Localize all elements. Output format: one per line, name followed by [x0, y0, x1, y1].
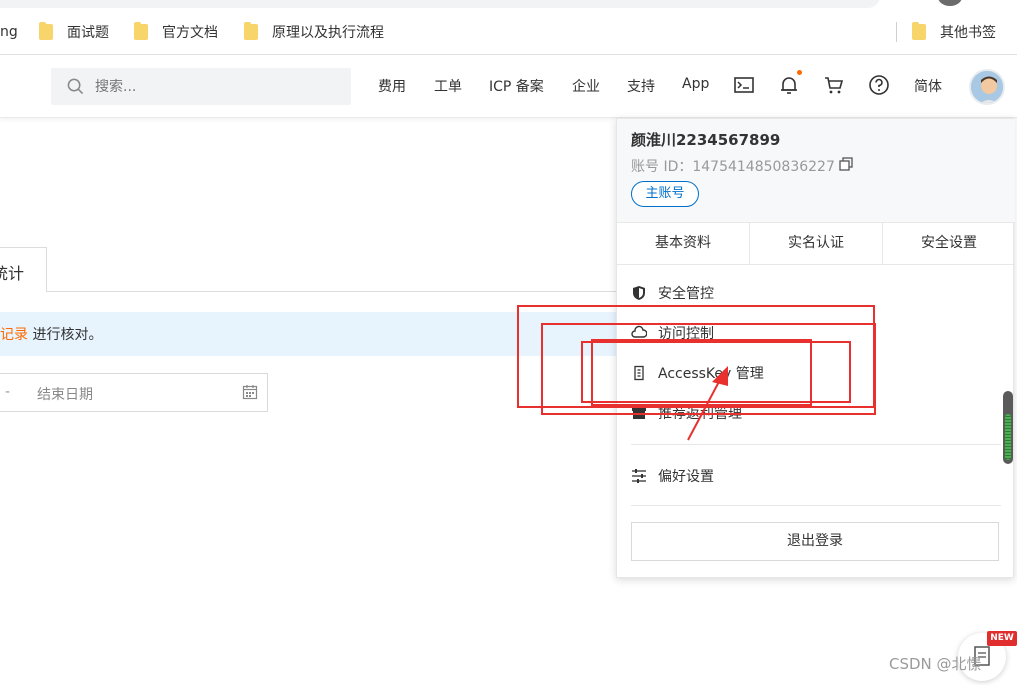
avatar-icon: [971, 71, 1003, 103]
bookmark-partial-label: ng: [0, 24, 18, 40]
scrollbar-thumb[interactable]: [1005, 414, 1011, 460]
menu-label: 偏好设置: [658, 469, 714, 485]
tab-statistics[interactable]: 统计: [0, 247, 47, 292]
search-input[interactable]: [95, 68, 335, 105]
nav-tickets[interactable]: 工单: [434, 76, 462, 96]
folder-icon: [912, 22, 926, 40]
other-bookmarks[interactable]: 其他书签: [912, 22, 996, 42]
folder-icon: [39, 22, 53, 40]
dropdown-tabs: 基本资料 实名认证 安全设置: [617, 222, 1015, 265]
watermark: CSDN @北憬: [889, 655, 982, 673]
nav-icp[interactable]: ICP 备案: [489, 76, 544, 96]
bell-icon[interactable]: [778, 74, 800, 96]
notice-link[interactable]: 记录: [0, 327, 28, 343]
end-date-field[interactable]: 结束日期: [37, 384, 93, 404]
tab-basic-info[interactable]: 基本资料: [617, 223, 750, 264]
avatar[interactable]: [969, 69, 1005, 105]
dropdown-header: 颜淮川2234567899 账号 ID：1475414850836227 主账号: [617, 119, 1015, 222]
date-range-picker[interactable]: - 结束日期: [0, 373, 268, 412]
date-separator: -: [5, 384, 11, 400]
new-badge: NEW: [987, 631, 1017, 646]
bookmark-divider: [896, 22, 897, 42]
menu-security-control[interactable]: 安全管控: [631, 283, 714, 303]
bookmark-label: 官方文档: [162, 25, 218, 41]
tab-real-name[interactable]: 实名认证: [750, 223, 883, 264]
menu-divider: [631, 505, 1001, 506]
notice-text: 进行核对。: [28, 327, 103, 343]
help-icon[interactable]: [868, 74, 890, 96]
bookmark-label: 原理以及执行流程: [272, 25, 384, 41]
nav-app[interactable]: App: [682, 76, 709, 92]
menu-label: 安全管控: [658, 286, 714, 302]
bookmark-item[interactable]: 官方文档: [134, 22, 218, 42]
annotation-arrow-icon: [687, 366, 728, 441]
calendar-icon: [242, 385, 258, 400]
main-account-badge: 主账号: [631, 181, 699, 207]
sliders-icon: [632, 469, 646, 483]
address-bar[interactable]: [0, 0, 880, 8]
profile-icon[interactable]: [938, 0, 962, 6]
notification-dot: [797, 70, 802, 75]
bookmark-item[interactable]: 面试题: [39, 22, 109, 42]
search-box[interactable]: [51, 68, 351, 105]
tab-label: 统计: [0, 264, 25, 283]
bookmark-item[interactable]: 原理以及执行流程: [244, 22, 384, 42]
menu-divider: [631, 444, 1001, 445]
menu-preferences[interactable]: 偏好设置: [631, 466, 714, 486]
tab-divider: [47, 291, 617, 292]
copy-icon[interactable]: [839, 157, 853, 171]
bookmarks-bar: ng 面试题 官方文档 原理以及执行流程 其他书签: [0, 0, 1017, 55]
nav-enterprise[interactable]: 企业: [572, 76, 600, 96]
folder-icon: [134, 22, 148, 40]
nav-support[interactable]: 支持: [627, 76, 655, 96]
shield-icon: [633, 286, 645, 300]
logout-button[interactable]: 退出登录: [631, 522, 999, 561]
bookmark-partial[interactable]: ng: [0, 22, 18, 42]
cart-icon[interactable]: [823, 74, 845, 96]
user-name: 颜淮川2234567899: [631, 131, 781, 149]
terminal-icon[interactable]: [733, 74, 755, 96]
language-switch[interactable]: 简体: [914, 76, 942, 96]
nav-billing[interactable]: 费用: [378, 76, 406, 96]
search-icon: [67, 78, 84, 95]
tab-security-settings[interactable]: 安全设置: [883, 223, 1015, 264]
console-header: 费用 工单 ICP 备案 企业 支持 App 简体: [0, 55, 1017, 118]
other-bookmarks-label: 其他书签: [940, 25, 996, 41]
account-id: 账号 ID：1475414850836227: [631, 159, 835, 175]
bookmark-label: 面试题: [67, 25, 109, 41]
folder-icon: [244, 22, 258, 40]
